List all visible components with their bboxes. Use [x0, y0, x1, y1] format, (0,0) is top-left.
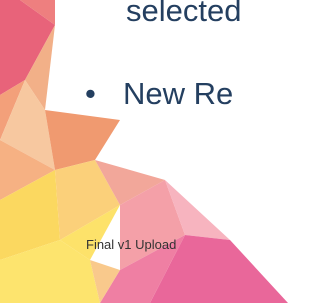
- bullet-item: • New Re: [85, 78, 233, 109]
- polygon-decoration: [0, 0, 288, 303]
- continued-line-text: selected: [126, 0, 242, 28]
- bullet-text: New Re: [123, 76, 234, 111]
- slide-canvas: selected • New Re Final v1 Upload: [0, 0, 288, 303]
- footer-label: Final v1 Upload: [86, 237, 177, 252]
- bullet-marker: •: [85, 76, 96, 111]
- deco-shape-6: [45, 110, 120, 170]
